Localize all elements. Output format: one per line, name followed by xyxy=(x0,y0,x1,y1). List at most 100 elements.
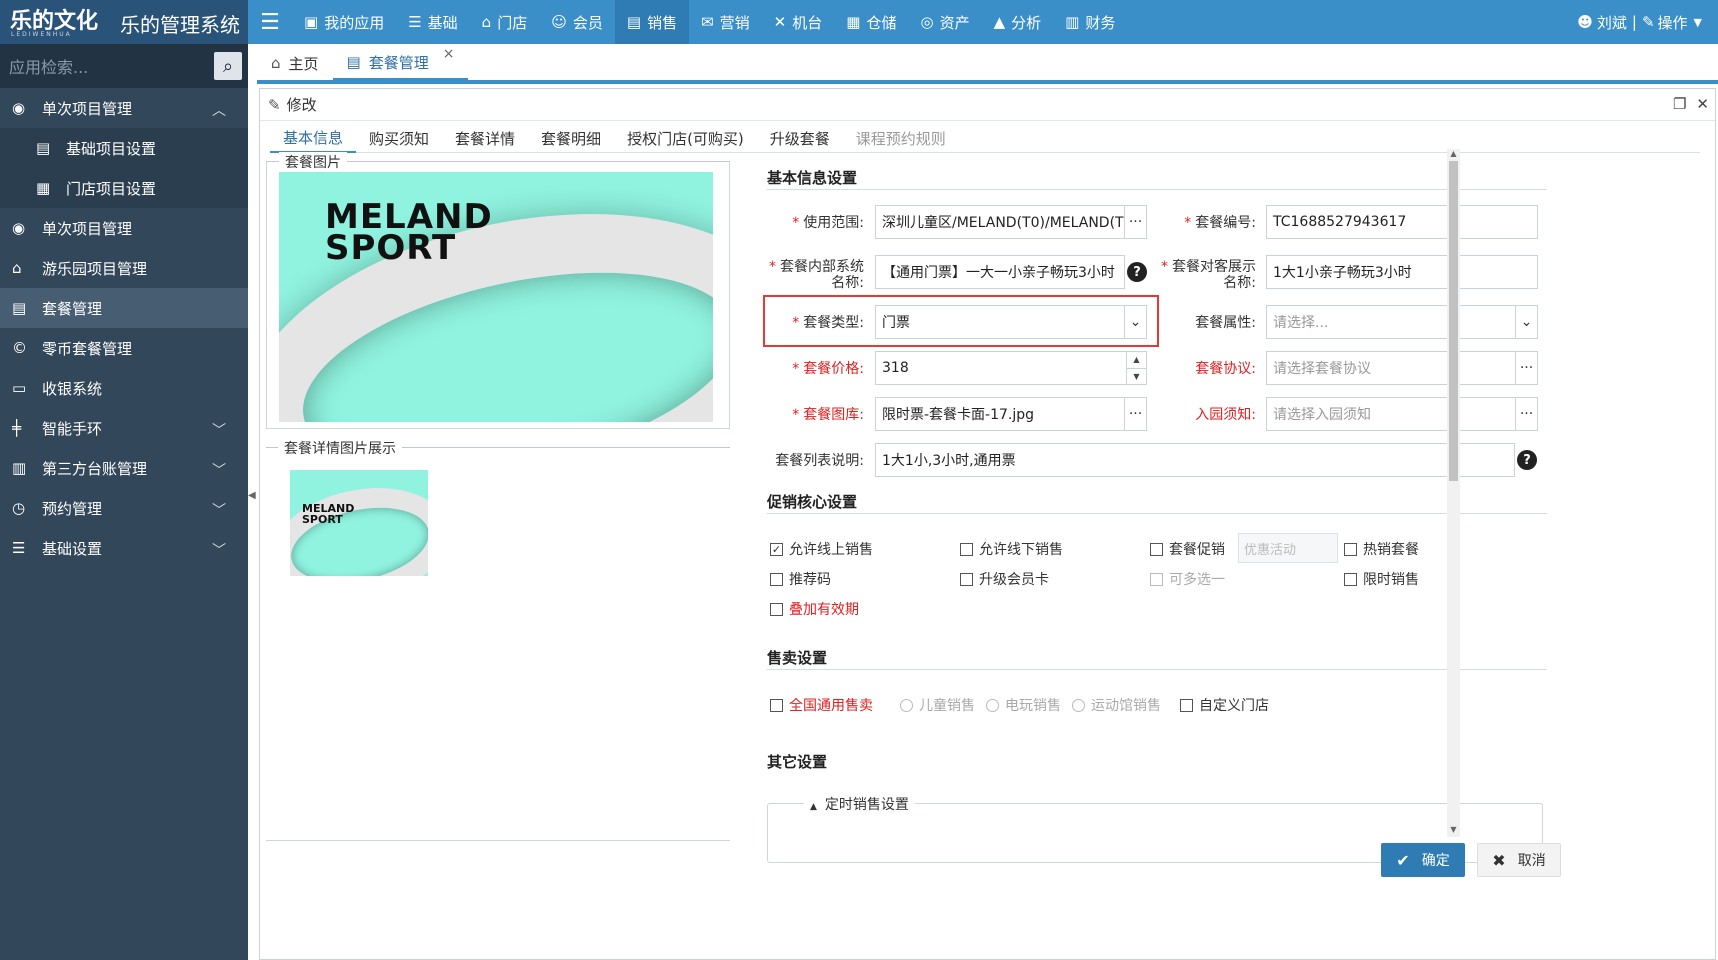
restore-icon[interactable]: ❐ xyxy=(1673,95,1686,113)
caret-down-icon[interactable]: ▼ xyxy=(1694,16,1702,29)
checkbox-label: 自定义门店 xyxy=(1199,698,1269,714)
tab-package-management[interactable]: ▤ 套餐管理 × xyxy=(332,46,469,80)
type-select[interactable]: 门票 ⌄ xyxy=(875,305,1147,339)
sidebar-item-coin-package[interactable]: © 零币套餐管理 xyxy=(0,328,248,368)
sidebar-item-third-party[interactable]: ▥ 第三方台账管理 ﹀ xyxy=(0,448,248,488)
promotion-checkbox[interactable]: 套餐促销 xyxy=(1150,539,1225,559)
help-icon[interactable]: ? xyxy=(1517,450,1537,470)
timed-sale-legend[interactable]: ▲ 定时销售设置 xyxy=(804,794,915,814)
sidebar-item-cashier[interactable]: ▭ 收银系统 xyxy=(0,368,248,408)
subtabs: 基本信息 购买须知 套餐详情 套餐明细 授权门店(可购买) 升级套餐 课程预约规… xyxy=(270,123,1700,153)
user-action[interactable]: 操作 xyxy=(1658,12,1688,33)
form-scrollbar[interactable]: ▲ ▼ xyxy=(1447,149,1460,837)
scroll-up-icon[interactable]: ▲ xyxy=(1447,149,1460,161)
nav-member[interactable]: ☺ 会员 xyxy=(539,0,615,44)
nav-assets[interactable]: ◎ 资产 xyxy=(908,0,981,44)
tab-package-items[interactable]: 套餐明细 xyxy=(528,123,614,153)
radio-label: 儿童销售 xyxy=(919,698,975,714)
button-label: 确定 xyxy=(1421,853,1450,869)
search-icon[interactable]: ⌕ xyxy=(214,52,242,80)
sidebar-item-basic-settings[interactable]: ☰ 基础设置 ﹀ xyxy=(0,528,248,568)
stepper-down-icon[interactable]: ▼ xyxy=(1127,369,1146,385)
section-divider xyxy=(767,513,1547,514)
close-icon[interactable]: × xyxy=(443,46,455,62)
tab-authorized-stores[interactable]: 授权门店(可购买) xyxy=(614,123,757,153)
nav-marketing[interactable]: ✉ 营销 xyxy=(689,0,762,44)
chevron-down-icon[interactable]: ⌄ xyxy=(1124,306,1146,338)
confirm-button[interactable]: ✔ 确定 xyxy=(1381,843,1465,877)
more-icon[interactable]: ··· xyxy=(1124,206,1146,238)
checkbox-label: 全国通用售卖 xyxy=(789,698,873,714)
display-name-field[interactable]: 1大1小亲子畅玩3小时 xyxy=(1266,255,1538,289)
agreement-field[interactable]: 请选择套餐协议 ··· xyxy=(1266,351,1538,385)
notice-field[interactable]: 请选择入园须知 ··· xyxy=(1266,397,1538,431)
menu-toggle-icon[interactable]: ☰ xyxy=(248,10,292,35)
package-image[interactable]: MELAND SPORT xyxy=(279,172,713,422)
basic-section-title: 基本信息设置 xyxy=(767,169,858,187)
help-icon[interactable]: ? xyxy=(1127,262,1147,282)
attr-select[interactable]: 请选择... ⌄ xyxy=(1266,305,1538,339)
sidebar-item-single-project-2[interactable]: ◉ 单次项目管理 xyxy=(0,208,248,248)
tab-package-details[interactable]: 套餐详情 xyxy=(442,123,528,153)
panel-title: 修改 xyxy=(286,96,317,114)
nav-finance[interactable]: ▥ 财务 xyxy=(1053,0,1127,44)
legend-text: 定时销售设置 xyxy=(824,797,909,813)
detail-image-thumbnail[interactable]: MELAND SPORT xyxy=(290,470,428,576)
hot-package-checkbox[interactable]: 热销套餐 xyxy=(1344,539,1419,559)
online-sale-checkbox[interactable]: ✓ 允许线上销售 xyxy=(770,539,873,559)
code-field[interactable]: TC1688527943617 xyxy=(1266,205,1538,239)
chevron-down-icon[interactable]: ⌄ xyxy=(1515,306,1537,338)
chevron-down-icon: ﹀ xyxy=(212,503,226,519)
limited-sale-checkbox[interactable]: 限时销售 xyxy=(1344,569,1419,589)
custom-store-checkbox[interactable]: 自定义门店 xyxy=(1180,695,1269,715)
sidebar-item-reservation[interactable]: ◷ 预约管理 ﹀ xyxy=(0,488,248,528)
nav-machine[interactable]: ✕ 机台 xyxy=(762,0,835,44)
tab-purchase-notice[interactable]: 购买须知 xyxy=(356,123,442,153)
stepper-up-icon[interactable]: ▲ xyxy=(1127,352,1146,369)
tab-basic-info[interactable]: 基本信息 xyxy=(270,123,357,153)
tab-home[interactable]: ⌂ 主页 xyxy=(257,46,333,80)
sidebar-item-amusement-park[interactable]: ⌂ 游乐园项目管理 xyxy=(0,248,248,288)
nav-store[interactable]: ⌂ 门店 xyxy=(470,0,540,44)
sidebar-item-store-project-settings[interactable]: ▦ 门店项目设置 xyxy=(0,168,248,208)
scroll-down-icon[interactable]: ▼ xyxy=(1447,825,1460,837)
search-input[interactable]: 应用检索... xyxy=(9,54,88,78)
sidebar-item-single-project[interactable]: ◉ 单次项目管理 ︿ xyxy=(0,88,248,128)
internal-name-field[interactable]: 【通用门票】一大一小亲子畅玩3小时 xyxy=(875,255,1125,289)
stack-validity-checkbox[interactable]: 叠加有效期 xyxy=(770,599,859,619)
user-name[interactable]: 刘斌 xyxy=(1597,12,1627,33)
list-desc-field[interactable]: 1大1小,3小时,通用票 xyxy=(875,443,1515,477)
nav-label: 分析 xyxy=(1011,13,1042,32)
nav-label: 仓储 xyxy=(866,13,897,32)
price-value: 318 xyxy=(882,360,909,376)
radio-label: 电玩销售 xyxy=(1005,698,1061,714)
price-stepper[interactable]: ▲ ▼ xyxy=(1126,352,1146,384)
nav-analysis[interactable]: ▲ 分析 xyxy=(982,0,1054,44)
agreement-label: 套餐协议: xyxy=(1195,361,1256,377)
type-value: 门票 xyxy=(882,315,910,331)
bag-icon: ▤ xyxy=(12,299,27,317)
gallery-field[interactable]: 限时票-套餐卡面-17.jpg ··· xyxy=(875,397,1147,431)
sidebar-item-package[interactable]: ▤ 套餐管理 xyxy=(0,288,248,328)
nav-my-apps[interactable]: ▣ 我的应用 xyxy=(292,0,396,44)
sidebar-item-wristband[interactable]: ╪ 智能手环 ﹀ xyxy=(0,408,248,448)
nav-warehouse[interactable]: ▦ 仓储 xyxy=(834,0,908,44)
scope-field[interactable]: 深圳儿童区/MELAND(T0)/MELAND(T1)/MELAN··· xyxy=(875,205,1147,239)
nav-basic[interactable]: ☰ 基础 xyxy=(396,0,469,44)
sidebar-item-basic-project-settings[interactable]: ▤ 基础项目设置 xyxy=(0,128,248,168)
more-icon[interactable]: ··· xyxy=(1515,352,1537,384)
cancel-button[interactable]: ✖ 取消 xyxy=(1477,843,1561,877)
referral-code-checkbox[interactable]: 推荐码 xyxy=(770,569,831,589)
offline-sale-checkbox[interactable]: 允许线下销售 xyxy=(960,539,1063,559)
nationwide-sale-checkbox[interactable]: 全国通用售卖 xyxy=(770,695,873,715)
close-icon[interactable]: ✕ xyxy=(1696,95,1709,113)
tab-upgrade-package[interactable]: 升级套餐 xyxy=(757,123,843,153)
more-icon[interactable]: ··· xyxy=(1124,398,1146,430)
nav-sales[interactable]: ▤ 销售 xyxy=(614,0,690,44)
user-icon: ☻ xyxy=(1577,13,1593,31)
upgrade-card-checkbox[interactable]: 升级会员卡 xyxy=(960,569,1049,589)
sidebar-collapse-handle[interactable]: ◀ xyxy=(248,490,256,520)
more-icon[interactable]: ··· xyxy=(1515,398,1537,430)
price-field[interactable]: 318 ▲ ▼ xyxy=(875,351,1147,385)
scrollbar-thumb[interactable] xyxy=(1449,161,1458,481)
